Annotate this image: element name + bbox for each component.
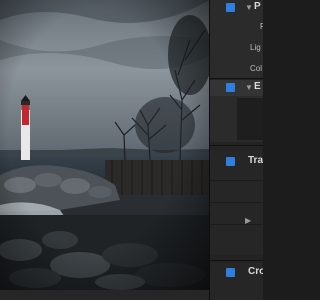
group-title: Cro (248, 266, 263, 277)
enable-checkbox[interactable] (226, 83, 235, 92)
disclosure-triangle-icon[interactable]: ▶ (245, 216, 251, 225)
group-title: Tran (248, 155, 263, 166)
group-header[interactable]: ▼ P (210, 0, 263, 16)
effect-group-1: ▼ P F Lig Col (210, 0, 263, 78)
viewer-bottom-bar (0, 290, 210, 300)
effect-group-2: ▼ E (210, 80, 263, 142)
inspector-panel: ▼ P F Lig Col ▼ E Tran ▶ Cro (210, 0, 263, 300)
enable-checkbox[interactable] (226, 268, 235, 277)
group-title: E (254, 81, 261, 92)
lighthouse-photo (0, 0, 210, 290)
group-header[interactable]: Cro (210, 265, 263, 281)
transform-group: Tran (210, 150, 263, 255)
param-label-2: Lig (250, 43, 261, 52)
param-label-1: F (260, 22, 263, 31)
group-header[interactable]: ▼ E (210, 80, 263, 96)
crop-group: Cro (210, 263, 263, 300)
disclosure-triangle-icon[interactable]: ▼ (245, 2, 253, 14)
group-header[interactable]: Tran (210, 154, 263, 170)
disclosure-triangle-icon[interactable]: ▼ (245, 82, 253, 94)
enable-checkbox[interactable] (226, 157, 235, 166)
enable-checkbox[interactable] (226, 3, 235, 12)
param-area (237, 98, 263, 140)
param-label-3: Col (250, 64, 263, 73)
group-title: P (254, 1, 261, 12)
image-viewer (0, 0, 210, 290)
